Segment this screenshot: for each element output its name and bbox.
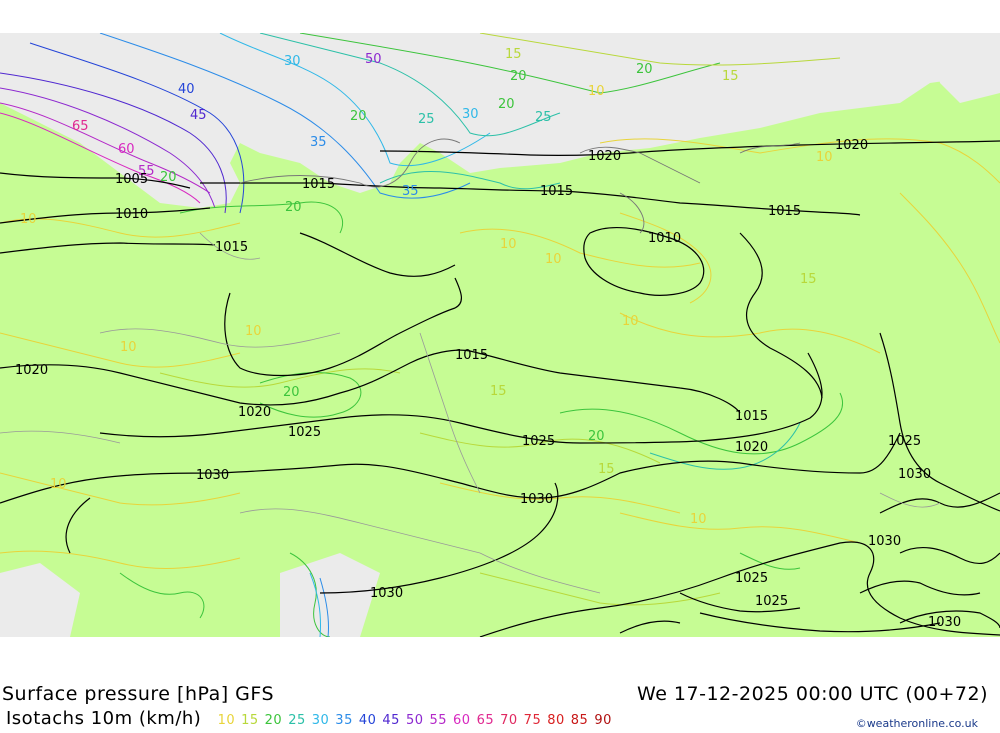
- isobar-label: 1015: [540, 184, 573, 199]
- isotach-label: 10: [20, 212, 37, 227]
- isotach-label: 15: [800, 272, 817, 287]
- map-title: Surface pressure [hPa] GFS: [2, 683, 275, 705]
- isotach-label: 10: [622, 314, 639, 329]
- isobar-label: 1015: [455, 348, 488, 363]
- legend-label: Isotachs 10m (km/h): [6, 708, 202, 729]
- legend-values: 10 15 20 25 30 35 40 45 50 55 60 65 70 75 80 85 90: [218, 708, 618, 729]
- isotach-label: 40: [178, 82, 195, 97]
- isotach-label: 20: [498, 97, 515, 112]
- isotach-label: 10: [588, 84, 605, 99]
- isobar-label: 1015: [768, 204, 801, 219]
- isobar-label: 1010: [115, 207, 148, 222]
- legend-value-40: 40: [358, 713, 377, 728]
- legend-value-70: 70: [500, 713, 518, 728]
- isotach-label: 10: [545, 252, 562, 267]
- legend-value-20: 20: [264, 713, 283, 728]
- legend-value-50: 50: [405, 713, 424, 728]
- isobar-label: 1020: [238, 405, 271, 420]
- sea-area-bottom-left: [0, 563, 80, 637]
- isotach-label: 65: [72, 119, 89, 134]
- sea-area-bottom: [280, 553, 380, 637]
- legend-value-55: 55: [429, 713, 448, 728]
- isotach-label: 60: [118, 142, 135, 157]
- isobar-label: 1030: [868, 534, 901, 549]
- isotach-label: 25: [418, 112, 435, 127]
- isotach-label: 10: [120, 340, 137, 355]
- isotach-label: 30: [284, 54, 301, 69]
- isobar-label: 1025: [735, 571, 768, 586]
- isotach-label: 20: [588, 429, 605, 444]
- legend-value-90: 90: [594, 713, 612, 728]
- isotach-label: 15: [722, 69, 739, 84]
- legend-value-30: 30: [311, 713, 330, 728]
- isobar-label: 1020: [15, 363, 48, 378]
- sea-area-north: [0, 33, 1000, 208]
- isotach-label: 10: [245, 324, 262, 339]
- isotach-label: 15: [598, 462, 615, 477]
- legend-value-75: 75: [523, 713, 542, 728]
- legend-value-60: 60: [453, 713, 471, 728]
- map-svg: 65 60 55 20 45 40 30 35 50 20 25 15 20 1…: [0, 33, 1000, 637]
- isobar-label: 1020: [735, 440, 768, 455]
- isobar-label: 1015: [215, 240, 248, 255]
- isotach-label: 20: [160, 170, 177, 185]
- isotach-label: 20: [283, 385, 300, 400]
- isotach-label: 35: [402, 184, 419, 199]
- isobar-label: 1020: [588, 149, 621, 164]
- legend-value-10: 10: [217, 713, 236, 728]
- isotach-label: 35: [310, 135, 327, 150]
- isobar-label: 1005: [115, 172, 148, 187]
- isotach-label: 50: [365, 52, 382, 67]
- legend-value-15: 15: [241, 713, 259, 728]
- isotach-legend: Isotachs 10m (km/h) 10 15 20 25 30 35 40 45 50 55…: [6, 708, 618, 729]
- legend-value-45: 45: [382, 713, 400, 728]
- isotach-label: 15: [505, 47, 522, 62]
- forecast-datetime: We 17-12-2025 00:00 UTC (00+72): [637, 683, 988, 705]
- isobar-label: 1030: [520, 492, 553, 507]
- isobar-label: 1015: [735, 409, 768, 424]
- weather-map: 65 60 55 20 45 40 30 35 50 20 25 15 20 1…: [0, 33, 1000, 637]
- isotach-label: 10: [50, 477, 67, 492]
- legend-value-65: 65: [476, 713, 495, 728]
- legend-value-35: 35: [335, 713, 353, 728]
- legend-value-85: 85: [570, 713, 589, 728]
- isobar-label: 1025: [288, 425, 321, 440]
- isobar-label: 1025: [888, 434, 921, 449]
- isotach-label: 20: [285, 200, 302, 215]
- isobar-label: 1030: [196, 468, 229, 483]
- isobar-label: 1010: [648, 231, 681, 246]
- isotach-label: 20: [636, 62, 653, 77]
- isotach-label: 45: [190, 108, 207, 123]
- isotach-label: 20: [350, 109, 367, 124]
- isotach-label: 25: [535, 110, 552, 125]
- legend-value-25: 25: [288, 713, 306, 728]
- isotach-label: 20: [510, 69, 527, 84]
- isobar-label: 1015: [302, 177, 335, 192]
- isotach-label: 10: [816, 150, 833, 165]
- isobar-label: 1025: [755, 594, 788, 609]
- credit-link[interactable]: ©weatheronline.co.uk: [856, 717, 978, 730]
- isotach-label: 10: [500, 237, 517, 252]
- legend-value-80: 80: [547, 713, 565, 728]
- isobar-label: 1025: [522, 434, 555, 449]
- isobar-label: 1030: [370, 586, 403, 601]
- isotach-label: 10: [690, 512, 707, 527]
- isobar-label: 1020: [835, 138, 868, 153]
- sea-area-east: [930, 33, 1000, 103]
- isotach-label: 15: [490, 384, 507, 399]
- isobar-label: 1030: [928, 615, 961, 630]
- isotach-label: 30: [462, 107, 479, 122]
- isobar-label: 1030: [898, 467, 931, 482]
- country-borders: [0, 232, 941, 594]
